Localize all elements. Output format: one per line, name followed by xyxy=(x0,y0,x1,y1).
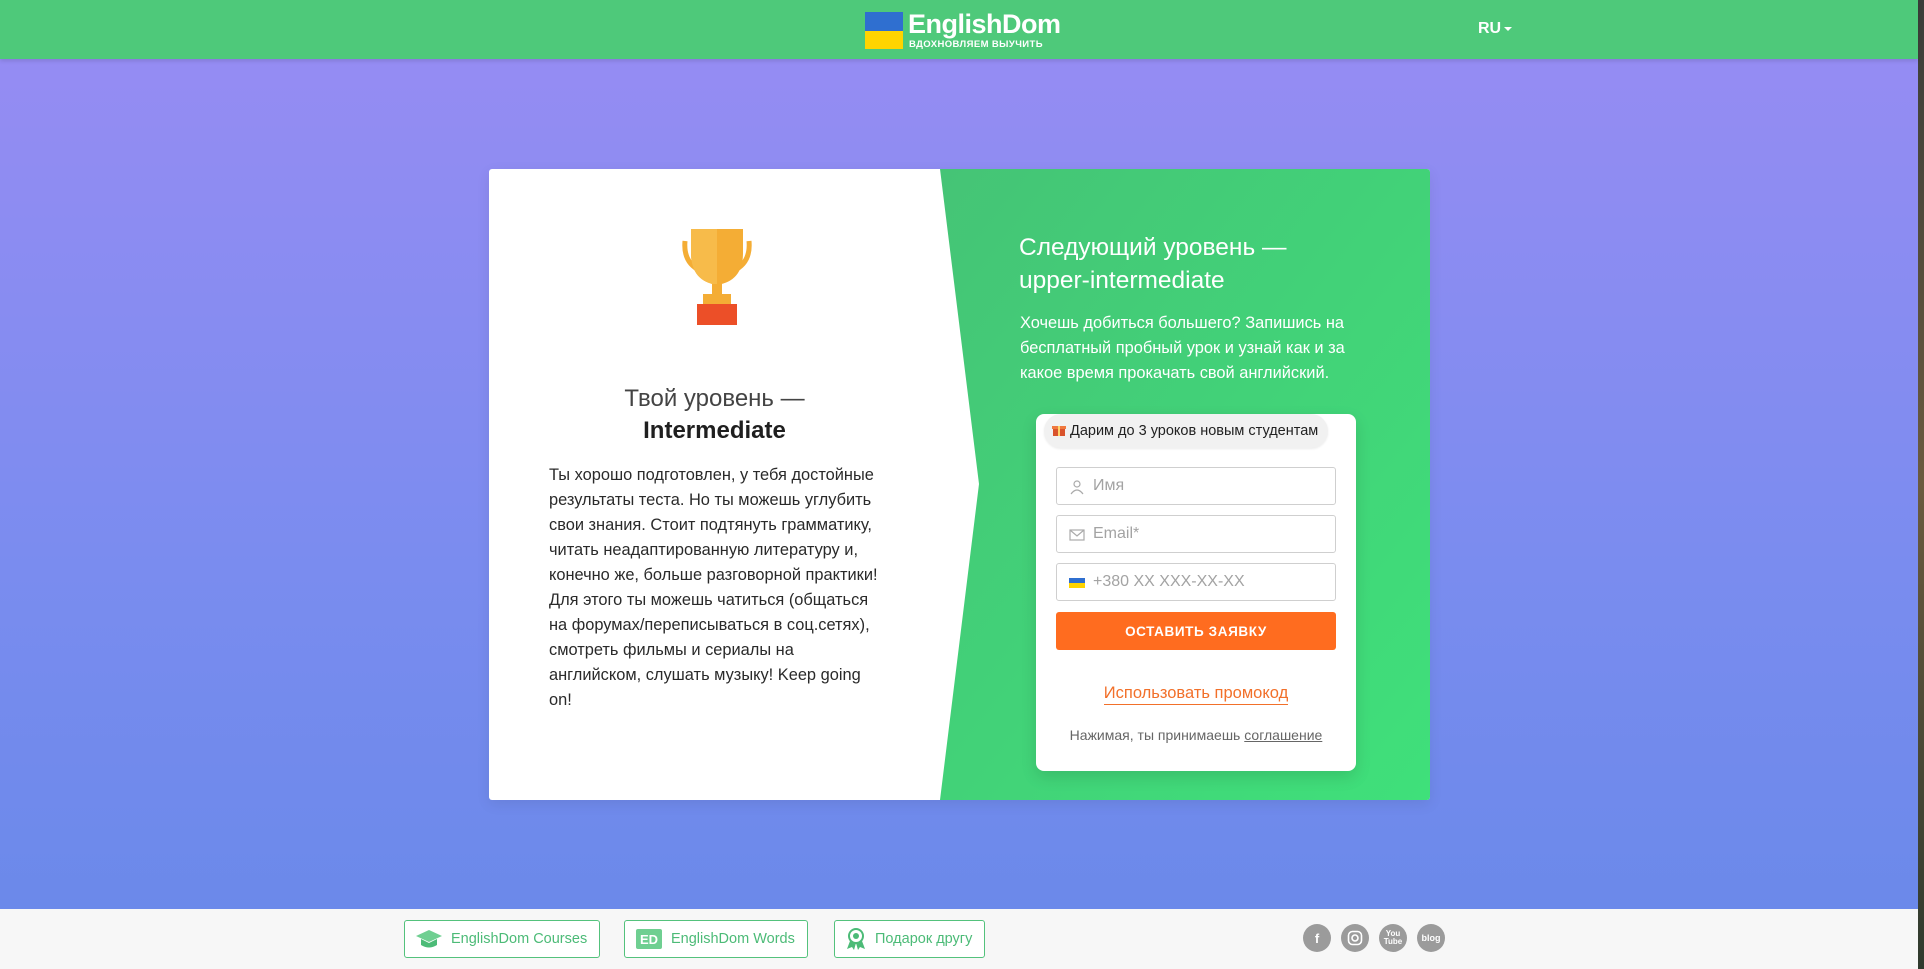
courses-label: EnglishDom Courses xyxy=(451,931,588,947)
words-label: EnglishDom Words xyxy=(671,931,795,947)
envelope-icon xyxy=(1069,527,1085,543)
promo-code-label[interactable]: Использовать промокод xyxy=(1103,684,1289,705)
phone-input[interactable] xyxy=(1093,564,1323,600)
header: EnglishDom ВДОХНОВЛЯЕМ ВЫУЧИТЬ RU xyxy=(0,0,1918,59)
gift-friend-button[interactable]: Подарок другу xyxy=(834,920,986,958)
gift-friend-label: Подарок другу xyxy=(875,931,973,947)
result-card: Твой уровень — Intermediate Ты хорошо по… xyxy=(489,169,1430,800)
graduation-cap-icon xyxy=(415,927,443,951)
name-field[interactable] xyxy=(1056,467,1336,505)
ukraine-flag-icon xyxy=(865,12,903,49)
email-input[interactable] xyxy=(1093,516,1323,552)
next-level-text: Хочешь добиться большего? Запишись на бе… xyxy=(1020,314,1345,382)
svg-text:ED: ED xyxy=(640,932,658,947)
caret-down-icon xyxy=(1504,26,1513,31)
logo[interactable]: EnglishDom ВДОХНОВЛЯЕМ ВЫУЧИТЬ xyxy=(865,9,1061,51)
logo-title: EnglishDom xyxy=(908,9,1061,39)
user-icon xyxy=(1069,479,1085,495)
ukraine-flag-icon[interactable] xyxy=(1069,575,1085,591)
language-label: RU xyxy=(1478,20,1502,37)
promo-code-link[interactable]: Использовать промокод xyxy=(1056,684,1336,705)
level-description: Ты хорошо подготовлен, у тебя достойные … xyxy=(549,466,878,709)
words-button[interactable]: ED EnglishDom Words xyxy=(624,920,808,958)
gift-badge-text: Дарим до 3 уроков новым студентам xyxy=(1070,423,1319,439)
instagram-icon[interactable] xyxy=(1341,924,1369,952)
agreement-prefix: Нажимая, ты принимаешь xyxy=(1069,727,1241,743)
facebook-icon[interactable]: f xyxy=(1303,924,1331,952)
window-edge xyxy=(1918,0,1924,969)
gift-icon xyxy=(1052,416,1066,436)
level-title: Твой уровень — xyxy=(624,385,805,412)
email-field[interactable] xyxy=(1056,515,1336,553)
award-icon xyxy=(845,927,867,951)
courses-button[interactable]: EnglishDom Courses xyxy=(404,920,601,958)
language-selector[interactable]: RU xyxy=(1478,20,1513,38)
gift-badge: Дарим до 3 уроков новым студентам xyxy=(1044,414,1329,448)
trophy-icon xyxy=(679,227,755,327)
name-input[interactable] xyxy=(1093,468,1323,504)
next-level-title: Следующий уровень — upper-intermediate xyxy=(1019,234,1287,294)
phone-field[interactable] xyxy=(1056,563,1336,601)
level-value: Intermediate xyxy=(643,417,786,444)
youtube-icon[interactable]: You Tube xyxy=(1379,924,1407,952)
ed-words-icon: ED xyxy=(635,927,663,951)
logo-subtitle: ВДОХНОВЛЯЕМ ВЫУЧИТЬ xyxy=(909,39,1043,50)
agreement-text: Нажимая, ты принимаешь соглашение xyxy=(1036,727,1356,743)
blog-icon[interactable]: blog xyxy=(1417,924,1445,952)
footer: EnglishDom Courses ED EnglishDom Words П… xyxy=(0,909,1918,969)
submit-button[interactable]: ОСТАВИТЬ ЗАЯВКУ xyxy=(1056,612,1336,650)
agreement-link[interactable]: соглашение xyxy=(1244,727,1322,743)
